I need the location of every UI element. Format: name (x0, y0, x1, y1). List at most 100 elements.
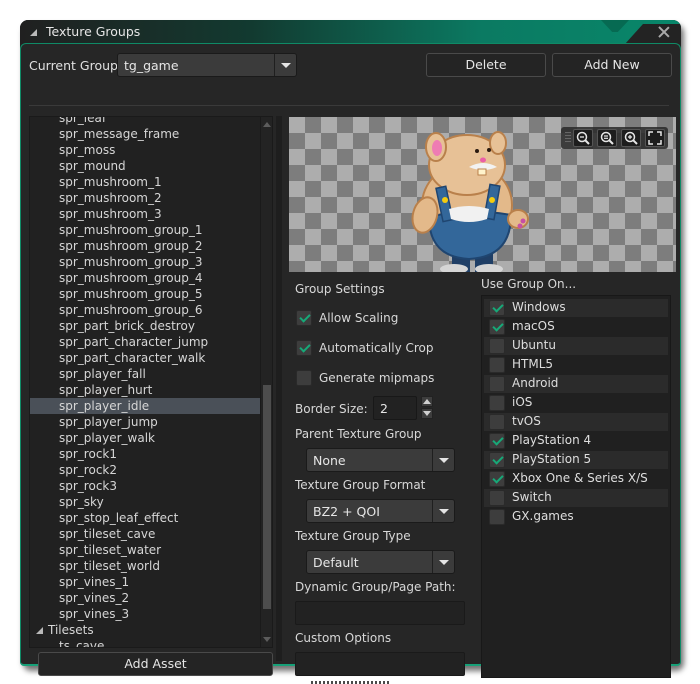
platform-label[interactable]: Ubuntu (512, 338, 556, 352)
zoom-in-icon[interactable] (621, 129, 641, 147)
asset-tree-item[interactable]: spr_player_hurt (30, 382, 262, 398)
platform-checkbox[interactable] (489, 471, 505, 487)
asset-tree-item[interactable]: spr_leaf (30, 117, 262, 126)
asset-tree-scrollbar[interactable] (260, 117, 272, 647)
format-dropdown[interactable]: BZ2 + QOI (306, 499, 455, 523)
asset-tree-item[interactable]: spr_rock3 (30, 478, 262, 494)
generate-mipmaps-label[interactable]: Generate mipmaps (319, 371, 434, 385)
platform-label[interactable]: HTML5 (512, 357, 553, 371)
asset-tree-item[interactable]: spr_mushroom_group_1 (30, 222, 262, 238)
platform-checkbox[interactable] (489, 319, 505, 335)
asset-tree-item[interactable]: spr_message_frame (30, 126, 262, 142)
platform-row[interactable]: tvOS (484, 413, 668, 431)
platform-row[interactable]: PlayStation 4 (484, 432, 668, 450)
platform-checkbox[interactable] (489, 433, 505, 449)
folder-expand-arrow-icon[interactable] (36, 627, 43, 634)
platform-row[interactable]: Ubuntu (484, 337, 668, 355)
asset-tree-item[interactable]: spr_tileset_water (30, 542, 262, 558)
asset-tree-item[interactable]: spr_tileset_cave (30, 526, 262, 542)
platform-row[interactable]: PlayStation 5 (484, 451, 668, 469)
generate-mipmaps-checkbox[interactable] (296, 370, 312, 386)
delete-button[interactable]: Delete (426, 53, 546, 77)
platform-row[interactable]: macOS (484, 318, 668, 336)
scrollbar-thumb[interactable] (263, 385, 271, 609)
asset-tree-item[interactable]: spr_player_jump (30, 414, 262, 430)
platform-checkbox[interactable] (489, 338, 505, 354)
platform-row[interactable]: Windows (484, 299, 668, 317)
allow-scaling-label[interactable]: Allow Scaling (319, 311, 398, 325)
asset-tree-item[interactable]: spr_mushroom_2 (30, 190, 262, 206)
border-size-input[interactable]: 2 (373, 396, 417, 420)
add-asset-button[interactable]: Add Asset (38, 652, 273, 676)
border-size-increment[interactable] (421, 396, 433, 407)
collapse-arrow-icon[interactable] (30, 29, 37, 36)
asset-tree-item[interactable]: spr_vines_1 (30, 574, 262, 590)
platform-checkbox[interactable] (489, 414, 505, 430)
asset-tree-item[interactable]: ts_cave (30, 638, 262, 647)
allow-scaling-checkbox[interactable] (296, 310, 312, 326)
asset-tree-item[interactable]: spr_mushroom_group_6 (30, 302, 262, 318)
zoom-reset-icon[interactable] (597, 129, 617, 147)
border-size-decrement[interactable] (421, 408, 433, 419)
asset-tree-item[interactable]: spr_rock1 (30, 446, 262, 462)
platform-row[interactable]: GX.games (484, 508, 668, 526)
chevron-down-icon[interactable] (432, 551, 454, 573)
asset-tree-item[interactable]: spr_mushroom_group_3 (30, 254, 262, 270)
close-icon[interactable] (657, 25, 671, 39)
asset-tree-item[interactable]: spr_moss (30, 142, 262, 158)
asset-tree-item[interactable]: spr_vines_3 (30, 606, 262, 622)
parent-group-dropdown[interactable]: None (306, 448, 455, 472)
platform-row[interactable]: HTML5 (484, 356, 668, 374)
platform-label[interactable]: Android (512, 376, 558, 390)
chevron-down-icon[interactable] (432, 500, 454, 522)
platform-label[interactable]: GX.games (512, 509, 574, 523)
platform-checkbox[interactable] (489, 509, 505, 525)
platform-checkbox[interactable] (489, 376, 505, 392)
asset-tree-item[interactable]: spr_mushroom_group_5 (30, 286, 262, 302)
platform-checkbox[interactable] (489, 490, 505, 506)
platform-label[interactable]: Xbox One & Series X/S (512, 471, 648, 485)
custom-options-input[interactable] (295, 652, 465, 676)
asset-tree-item[interactable]: spr_rock2 (30, 462, 262, 478)
platform-row[interactable]: Android (484, 375, 668, 393)
asset-tree-item[interactable]: spr_stop_leaf_effect (30, 510, 262, 526)
zoom-out-icon[interactable] (573, 129, 593, 147)
asset-tree-item[interactable]: spr_part_character_jump (30, 334, 262, 350)
platform-label[interactable]: macOS (512, 319, 555, 333)
auto-crop-checkbox[interactable] (296, 340, 312, 356)
dynamic-path-input[interactable] (295, 601, 465, 625)
asset-tree-item[interactable]: spr_mushroom_3 (30, 206, 262, 222)
platform-row[interactable]: Xbox One & Series X/S (484, 470, 668, 488)
asset-tree[interactable]: spr_leaf spr_message_frame spr_moss spr_mou… (29, 116, 273, 648)
toolbar-grip-icon[interactable] (565, 132, 571, 144)
asset-tree-item[interactable]: spr_part_brick_destroy (30, 318, 262, 334)
current-group-dropdown[interactable]: tg_game (117, 53, 297, 77)
asset-tree-item[interactable]: spr_mushroom_group_2 (30, 238, 262, 254)
chevron-down-icon[interactable] (274, 54, 296, 76)
platform-checkbox[interactable] (489, 452, 505, 468)
platform-row[interactable]: Switch (484, 489, 668, 507)
asset-tree-item[interactable]: spr_player_fall (30, 366, 262, 382)
fit-screen-icon[interactable] (645, 129, 665, 147)
sprite-preview[interactable] (289, 117, 676, 272)
panel-splitter[interactable] (276, 116, 282, 661)
platform-label[interactable]: iOS (512, 395, 532, 409)
platform-label[interactable]: Switch (512, 490, 552, 504)
asset-tree-item[interactable]: spr_player_walk (30, 430, 262, 446)
tree-folder-tilesets[interactable]: Tilesets (30, 622, 262, 638)
asset-tree-item[interactable]: spr_part_character_walk (30, 350, 262, 366)
asset-tree-item[interactable]: spr_player_idle (30, 398, 262, 414)
scroll-up-icon[interactable] (263, 122, 271, 127)
auto-crop-label[interactable]: Automatically Crop (319, 341, 434, 355)
platform-checkbox[interactable] (489, 395, 505, 411)
platform-label[interactable]: tvOS (512, 414, 541, 428)
platform-label[interactable]: Windows (512, 300, 566, 314)
asset-tree-item[interactable]: spr_mushroom_group_4 (30, 270, 262, 286)
chevron-down-icon[interactable] (432, 449, 454, 471)
asset-tree-item[interactable]: spr_sky (30, 494, 262, 510)
title-bar[interactable]: Texture Groups (20, 20, 681, 44)
platform-checkbox[interactable] (489, 300, 505, 316)
platform-label[interactable]: PlayStation 4 (512, 433, 591, 447)
platform-row[interactable]: iOS (484, 394, 668, 412)
asset-tree-item[interactable]: spr_tileset_world (30, 558, 262, 574)
